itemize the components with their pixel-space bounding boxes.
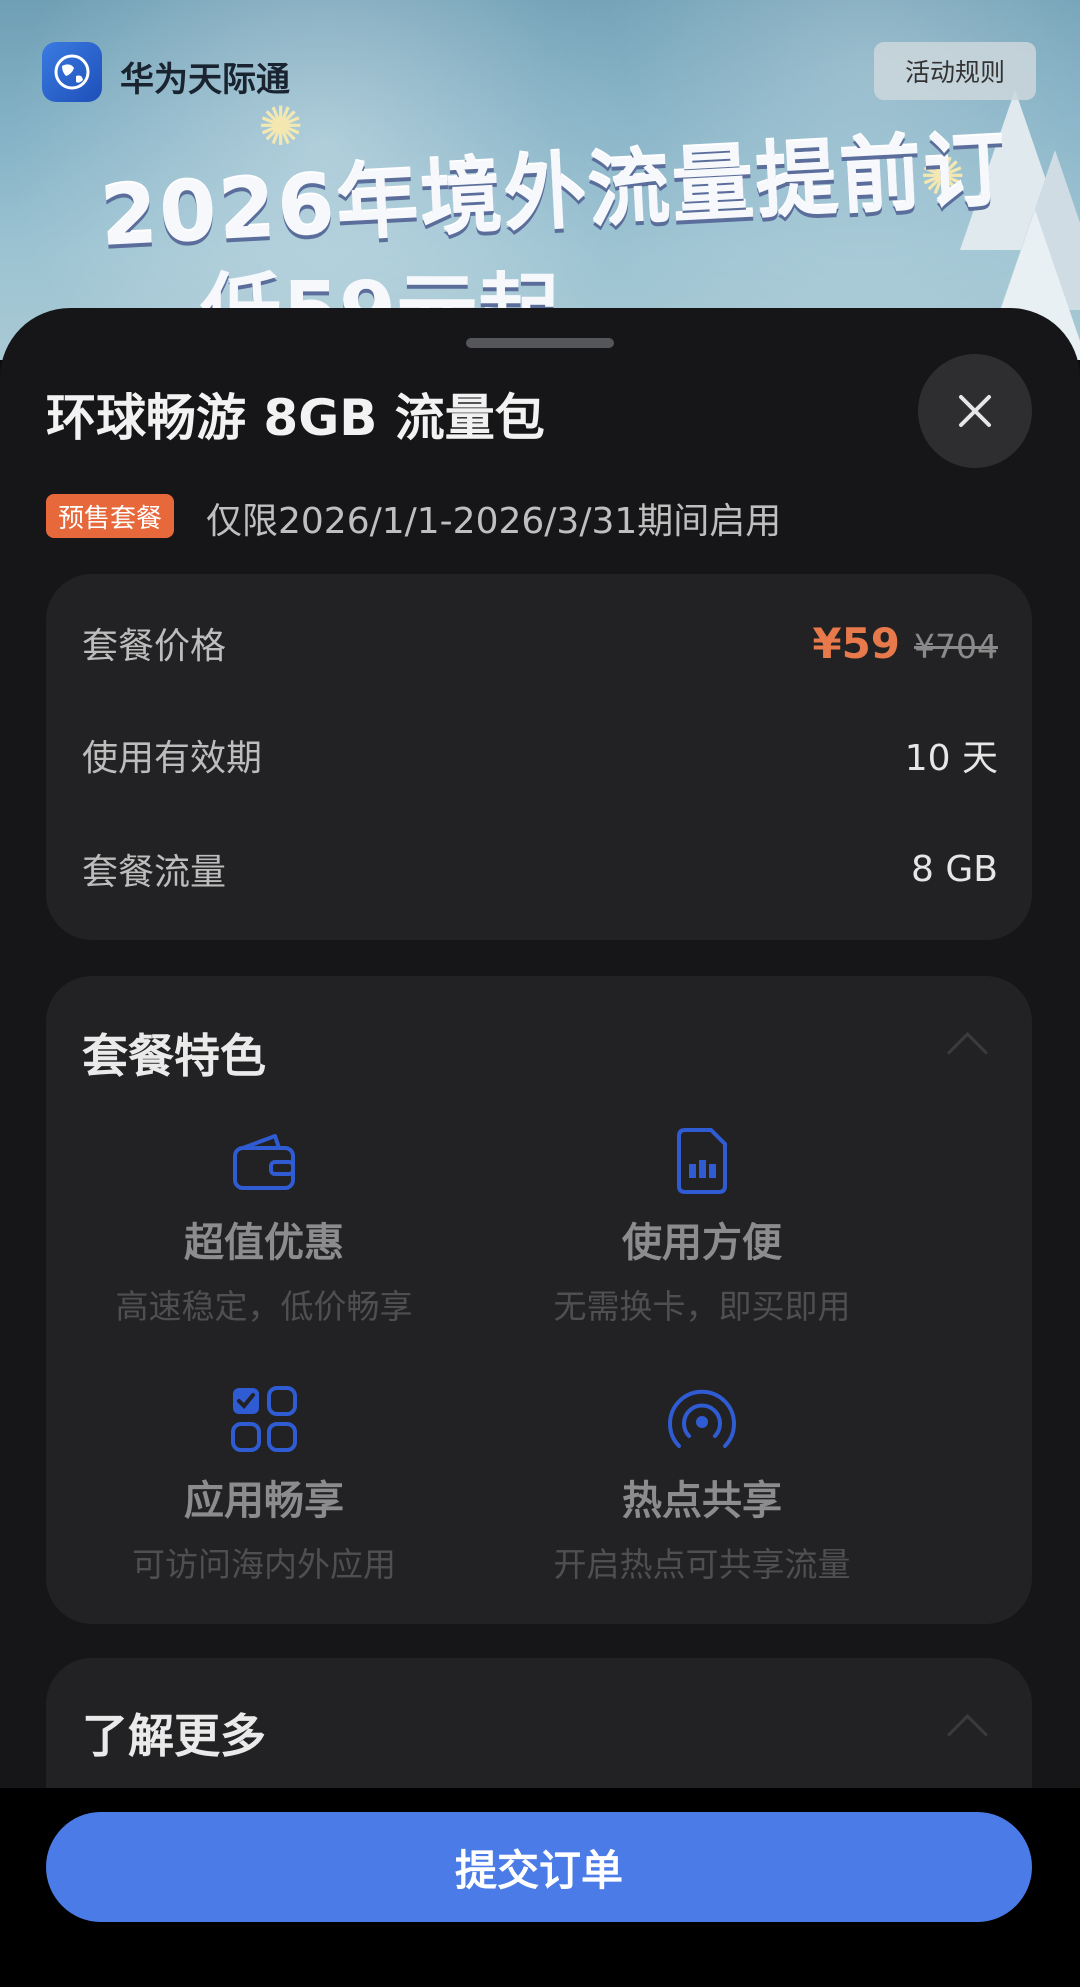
feature-description: 可访问海内外应用 bbox=[132, 1545, 396, 1584]
app-name: 华为天际通 bbox=[120, 60, 290, 100]
feature-item: 热点共享 开启热点可共享流量 bbox=[492, 1384, 912, 1586]
features-card: 套餐特色 超值优惠 高速稳定，低价畅享 使用方便 无需换卡，即买即用 应用畅享 … bbox=[46, 976, 1032, 1624]
validity-value: 10 天 bbox=[904, 738, 998, 779]
price-row: 套餐价格 ¥59 ¥704 bbox=[82, 618, 998, 668]
feature-name: 使用方便 bbox=[622, 1220, 782, 1266]
package-detail-sheet: 环球畅游 8GB 流量包 预售套餐 仅限2026/1/1-2026/3/31期间… bbox=[0, 308, 1080, 1987]
features-title: 套餐特色 bbox=[82, 1029, 266, 1083]
validity-row: 使用有效期 10 天 bbox=[82, 730, 998, 780]
wallet-icon bbox=[233, 1134, 295, 1190]
feature-name: 热点共享 bbox=[622, 1478, 782, 1524]
validity-period-text: 仅限2026/1/1-2026/3/31期间启用 bbox=[206, 501, 782, 542]
feature-item: 应用畅享 可访问海内外应用 bbox=[54, 1384, 474, 1586]
feature-description: 高速稳定，低价畅享 bbox=[115, 1287, 413, 1326]
app-logo bbox=[42, 42, 102, 102]
data-value: 8 GB bbox=[911, 848, 998, 890]
globe-icon bbox=[54, 54, 90, 90]
presale-badge: 预售套餐 bbox=[46, 494, 175, 538]
submit-order-button[interactable]: 提交订单 bbox=[46, 1812, 1032, 1922]
hotspot-icon bbox=[668, 1389, 736, 1448]
feature-name: 应用畅享 bbox=[184, 1478, 344, 1524]
close-icon bbox=[959, 395, 991, 427]
validity-label: 使用有效期 bbox=[82, 738, 263, 779]
price-values: ¥59 ¥704 bbox=[812, 619, 998, 668]
price-label: 套餐价格 bbox=[82, 626, 227, 667]
feature-name: 超值优惠 bbox=[184, 1220, 344, 1266]
drag-handle[interactable] bbox=[466, 338, 614, 348]
feature-description: 无需换卡，即买即用 bbox=[553, 1287, 851, 1326]
data-row: 套餐流量 8 GB bbox=[82, 844, 998, 894]
learn-more-title: 了解更多 bbox=[82, 1709, 266, 1763]
original-price: ¥704 bbox=[914, 626, 998, 666]
current-price: ¥59 bbox=[812, 618, 901, 668]
package-info-card: 套餐价格 ¥59 ¥704 使用有效期 10 天 套餐流量 8 GB bbox=[46, 574, 1032, 940]
activity-rules-button[interactable]: 活动规则 bbox=[874, 42, 1036, 100]
data-label: 套餐流量 bbox=[82, 852, 227, 893]
bottom-action-bar: 提交订单 bbox=[0, 1788, 1080, 1987]
feature-description: 开启热点可共享流量 bbox=[553, 1545, 851, 1584]
promo-banner: ✺ ✺ 华为天际通 活动规则 2026年境外流量提前订 低59元起 bbox=[0, 0, 1080, 360]
close-button[interactable] bbox=[918, 354, 1032, 468]
sim-card-icon bbox=[677, 1128, 727, 1194]
apps-grid-icon bbox=[231, 1386, 297, 1452]
feature-item: 超值优惠 高速稳定，低价畅享 bbox=[54, 1126, 474, 1328]
sheet-title: 环球畅游 8GB 流量包 bbox=[46, 389, 545, 447]
chevron-up-icon[interactable] bbox=[946, 1031, 989, 1074]
feature-item: 使用方便 无需换卡，即买即用 bbox=[492, 1126, 912, 1328]
chevron-up-icon[interactable] bbox=[946, 1713, 989, 1756]
